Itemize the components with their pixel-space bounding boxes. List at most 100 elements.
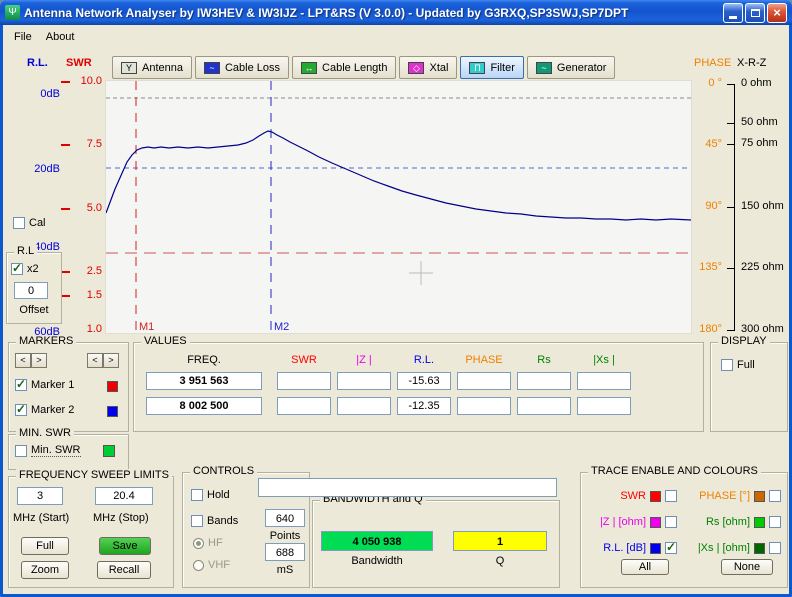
sweep-chart-canvas: M1M2 bbox=[106, 81, 691, 333]
maximize-button[interactable] bbox=[745, 3, 765, 23]
menu-file[interactable]: File bbox=[7, 29, 39, 45]
sweep-recall-button[interactable]: Recall bbox=[97, 561, 151, 579]
trace-item: Rs [ohm] bbox=[681, 515, 781, 529]
trace-all-button[interactable]: All bbox=[621, 559, 669, 575]
marker2-left-button[interactable]: < bbox=[87, 353, 103, 368]
trace-enable-checkbox[interactable] bbox=[769, 516, 781, 528]
offset-value-input[interactable] bbox=[14, 282, 48, 299]
markers-group: MARKERS < > < > Marker 1 Marker 2 bbox=[8, 342, 129, 432]
trace-item-label: SWR bbox=[589, 490, 646, 502]
message-input[interactable] bbox=[258, 478, 557, 497]
antenna-icon: Y bbox=[121, 62, 137, 74]
toolbar-filter-button[interactable]: Π Filter bbox=[460, 56, 523, 79]
bands-label: Bands bbox=[207, 515, 238, 527]
trace-enable-checkbox[interactable] bbox=[769, 542, 781, 554]
values-row2-cell3[interactable]: -12.35 bbox=[397, 397, 451, 415]
cal-checkbox-box bbox=[13, 217, 25, 229]
trace-item-label: Rs [ohm] bbox=[681, 516, 750, 528]
toolbar-cable-length-button[interactable]: ↔ Cable Length bbox=[292, 56, 396, 79]
min-swr-label: Min. SWR bbox=[31, 444, 81, 457]
maximize-icon bbox=[751, 9, 760, 17]
freq-stop-label: MHz (Stop) bbox=[93, 512, 149, 524]
menu-bar: FileAbout bbox=[3, 27, 789, 46]
trace-colour-swatch[interactable] bbox=[650, 491, 661, 502]
trace-none-button[interactable]: None bbox=[721, 559, 773, 575]
trace-colour-swatch[interactable] bbox=[754, 543, 765, 554]
offset-button[interactable]: Offset bbox=[11, 304, 57, 316]
title-bar: Ψ Antenna Network Analyser by IW3HEV & I… bbox=[0, 0, 792, 25]
cal-label: Cal bbox=[29, 217, 46, 229]
values-group-title: VALUES bbox=[141, 335, 190, 347]
trace-enable-checkbox[interactable] bbox=[665, 516, 677, 528]
x2-checkbox-box bbox=[11, 263, 23, 275]
trace-enable-checkbox[interactable] bbox=[665, 542, 677, 554]
toolbar-generator-button[interactable]: ~ Generator bbox=[527, 56, 616, 79]
sweep-full-button[interactable]: Full bbox=[21, 537, 69, 555]
xrz-axis-line bbox=[734, 84, 735, 331]
values-header-phase: PHASE bbox=[457, 354, 511, 366]
sweep-chart[interactable]: M1M2 bbox=[105, 80, 692, 334]
toolbar-xtal-label: Xtal bbox=[429, 62, 448, 74]
values-row2-cell4[interactable] bbox=[457, 397, 511, 415]
min-swr-colour-swatch bbox=[103, 445, 115, 457]
trace-item-label: R.L. [dB] bbox=[589, 542, 646, 554]
x2-checkbox[interactable]: x2 bbox=[11, 263, 39, 275]
values-row2-cell6[interactable] bbox=[577, 397, 631, 415]
trace-enable-checkbox[interactable] bbox=[769, 490, 781, 502]
marker2-right-button[interactable]: > bbox=[103, 353, 119, 368]
trace-item: R.L. [dB] bbox=[589, 541, 677, 555]
values-row1-cell5[interactable] bbox=[517, 372, 571, 390]
trace-item-label: |Xs | [ohm] bbox=[681, 542, 750, 554]
values-row2-cell1[interactable] bbox=[277, 397, 331, 415]
trace-colour-swatch[interactable] bbox=[754, 491, 765, 502]
points-label: Points bbox=[263, 530, 307, 542]
q-label: Q bbox=[453, 555, 547, 567]
freq-stop-input[interactable] bbox=[95, 487, 153, 505]
toolbar-antenna-button[interactable]: Y Antenna bbox=[112, 56, 192, 79]
hf-radio[interactable]: HF bbox=[193, 537, 223, 549]
values-row1-cell4[interactable] bbox=[457, 372, 511, 390]
toolbar-xtal-button[interactable]: ◇ Xtal bbox=[399, 56, 457, 79]
marker1-left-button[interactable]: < bbox=[15, 353, 31, 368]
toolbar-antenna-label: Antenna bbox=[142, 62, 183, 74]
marker1-right-button[interactable]: > bbox=[31, 353, 47, 368]
display-group: DISPLAY Full bbox=[710, 342, 788, 432]
trace-enable-checkbox[interactable] bbox=[665, 490, 677, 502]
values-row1-cell6[interactable] bbox=[577, 372, 631, 390]
bands-checkbox[interactable]: Bands bbox=[191, 515, 238, 527]
min-swr-checkbox[interactable]: Min. SWR bbox=[15, 444, 81, 457]
sweep-save-button[interactable]: Save bbox=[99, 537, 151, 555]
trace-item: PHASE [°] bbox=[681, 489, 781, 503]
svg-text:M2: M2 bbox=[274, 321, 289, 333]
close-icon: × bbox=[773, 6, 781, 19]
vhf-radio[interactable]: VHF bbox=[193, 559, 230, 571]
values-header-xs: |Xs | bbox=[577, 354, 631, 366]
marker2-checkbox[interactable]: Marker 2 bbox=[15, 404, 74, 416]
controls-group-title: CONTROLS bbox=[190, 465, 257, 477]
hold-checkbox[interactable]: Hold bbox=[191, 489, 230, 501]
marker1-checkbox[interactable]: Marker 1 bbox=[15, 379, 74, 391]
cal-checkbox[interactable]: Cal bbox=[13, 217, 46, 229]
freq-start-input[interactable] bbox=[17, 487, 63, 505]
values-row2-cell5[interactable] bbox=[517, 397, 571, 415]
values-row1-cell0[interactable]: 3 951 563 bbox=[146, 372, 262, 390]
values-row1-cell2[interactable] bbox=[337, 372, 391, 390]
values-row2-cell2[interactable] bbox=[337, 397, 391, 415]
trace-item: |Z | [ohm] bbox=[589, 515, 677, 529]
cable-loss-icon: ~ bbox=[204, 62, 220, 74]
app-window: Ψ Antenna Network Analyser by IW3HEV & I… bbox=[0, 0, 792, 597]
trace-colour-swatch[interactable] bbox=[650, 517, 661, 528]
marker2-label: Marker 2 bbox=[31, 404, 74, 416]
minimize-button[interactable] bbox=[723, 3, 743, 23]
values-row1-cell1[interactable] bbox=[277, 372, 331, 390]
swr-axis-caption: SWR bbox=[66, 57, 92, 69]
trace-colour-swatch[interactable] bbox=[650, 543, 661, 554]
toolbar-cable-loss-button[interactable]: ~ Cable Loss bbox=[195, 56, 289, 79]
trace-colour-swatch[interactable] bbox=[754, 517, 765, 528]
sweep-zoom-button[interactable]: Zoom bbox=[21, 561, 69, 579]
close-button[interactable]: × bbox=[767, 3, 787, 23]
menu-about[interactable]: About bbox=[39, 29, 82, 45]
values-row2-cell0[interactable]: 8 002 500 bbox=[146, 397, 262, 415]
display-full-checkbox[interactable]: Full bbox=[721, 359, 755, 371]
values-row1-cell3[interactable]: -15.63 bbox=[397, 372, 451, 390]
